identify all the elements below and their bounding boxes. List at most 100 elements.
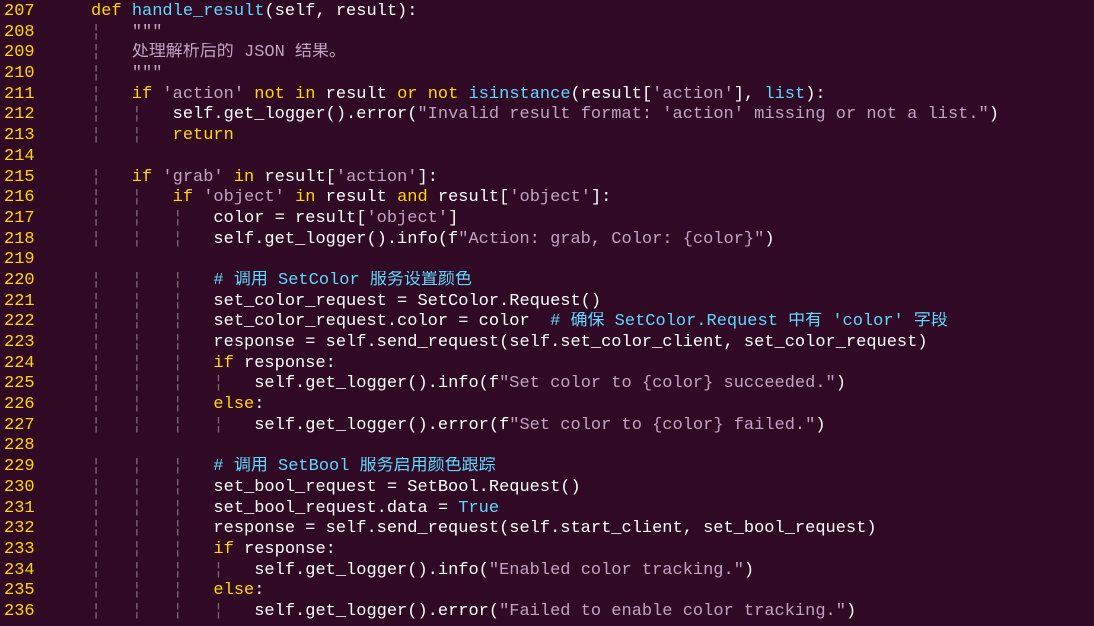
code-text[interactable]: ¦ ¦ ¦ ¦ self.get_logger().error(f"Set co… (50, 416, 1094, 437)
indent-guide: ¦ ¦ ¦ (91, 333, 214, 352)
code-line[interactable]: 207 def handle_result(self, result): (0, 2, 1094, 23)
code-token: self.get_logger().info(f (213, 229, 459, 249)
code-line[interactable]: 228 (0, 436, 1094, 457)
code-line[interactable]: 224 ¦ ¦ ¦ if response: (0, 354, 1094, 375)
code-text[interactable] (50, 436, 1094, 457)
code-token: ], (733, 84, 765, 104)
indent-guide: ¦ ¦ ¦ (91, 312, 214, 332)
code-text[interactable] (50, 250, 1094, 271)
code-token: : (254, 395, 265, 415)
code-token: in (295, 188, 316, 208)
code-text[interactable]: ¦ if 'grab' in result['action']: (50, 168, 1094, 189)
code-text[interactable]: ¦ ¦ ¦ ¦ self.get_logger().error("Failed … (50, 602, 1094, 623)
line-number: 224 (4, 353, 35, 373)
code-text[interactable]: def handle_result(self, result): (50, 2, 1094, 23)
code-line[interactable]: 218 ¦ ¦ ¦ self.get_logger().info(f"Action… (0, 230, 1094, 251)
code-text[interactable]: ¦ ¦ ¦ if response: (50, 354, 1094, 375)
code-editor[interactable]: 207 def handle_result(self, result): 208 ¦ … (0, 0, 1094, 626)
code-token: result (315, 188, 398, 208)
code-line[interactable]: 213 ¦ ¦ return (0, 126, 1094, 147)
code-text[interactable]: ¦ ¦ ¦ else: (50, 395, 1094, 416)
code-text[interactable]: ¦ ¦ return (50, 126, 1094, 147)
code-text[interactable]: ¦ """ (50, 64, 1094, 85)
code-line[interactable]: 215 ¦ if 'grab' in result['action']: (0, 168, 1094, 189)
code-token: response = self.send_request(self.set_co… (213, 333, 928, 352)
code-token: ) (764, 229, 775, 249)
code-token: else (213, 395, 255, 415)
code-line[interactable]: 222 ¦ ¦ ¦ set_color_request.color = color… (0, 312, 1094, 333)
code-text[interactable]: ¦ ¦ self.get_logger().error("Invalid res… (50, 105, 1094, 126)
code-line[interactable]: 209 ¦ 处理解析后的 JSON 结果。 (0, 43, 1094, 64)
code-line[interactable]: 233 ¦ ¦ ¦ if response: (0, 540, 1094, 561)
code-line[interactable]: 236 ¦ ¦ ¦ ¦ self.get_logger().error("Fail… (0, 602, 1094, 623)
code-line[interactable]: 226 ¦ ¦ ¦ else: (0, 395, 1094, 416)
code-token: handle_result (131, 2, 265, 21)
code-text[interactable]: ¦ ¦ ¦ set_color_request = SetColor.Reque… (50, 292, 1094, 313)
code-token: set_color_request.color = color (213, 312, 551, 332)
code-text[interactable] (50, 147, 1094, 168)
code-text[interactable]: ¦ 处理解析后的 JSON 结果。 (50, 43, 1094, 64)
code-token: "Invalid result format: 'action' missing… (417, 105, 989, 125)
code-line[interactable]: 219 (0, 250, 1094, 271)
code-line[interactable]: 221 ¦ ¦ ¦ set_color_request = SetColor.Re… (0, 292, 1094, 313)
line-number: 222 (4, 312, 35, 332)
indent-guide: ¦ (91, 22, 132, 42)
code-line[interactable]: 217 ¦ ¦ ¦ color = result['object'] (0, 209, 1094, 230)
code-token: set_color_request = SetColor.Request() (213, 291, 602, 311)
code-line[interactable]: 229 ¦ ¦ ¦ # 调用 SetBool 服务启用颜色跟踪 (0, 457, 1094, 478)
code-line[interactable]: 232 ¦ ¦ ¦ response = self.send_request(se… (0, 519, 1094, 540)
indent-guide: ¦ ¦ ¦ ¦ (91, 560, 255, 580)
code-line[interactable]: 235 ¦ ¦ ¦ else: (0, 581, 1094, 602)
indent-guide: ¦ (91, 64, 132, 84)
code-line[interactable]: 212 ¦ ¦ self.get_logger().error("Invalid … (0, 105, 1094, 126)
code-line[interactable]: 216 ¦ ¦ if 'object' in result and result[… (0, 188, 1094, 209)
code-text[interactable]: ¦ ¦ ¦ self.get_logger().info(f"Action: g… (50, 230, 1094, 251)
code-line[interactable]: 208 ¦ """ (0, 23, 1094, 44)
code-text[interactable]: ¦ ¦ ¦ if response: (50, 540, 1094, 561)
line-number: 208 (4, 22, 35, 42)
code-text[interactable]: ¦ ¦ ¦ # 调用 SetBool 服务启用颜色跟踪 (50, 457, 1094, 478)
code-text[interactable]: ¦ ¦ ¦ response = self.send_request(self.… (50, 333, 1094, 354)
code-text[interactable]: ¦ ¦ ¦ set_color_request.color = color # … (50, 312, 1094, 333)
code-token: and (397, 188, 428, 208)
code-line[interactable]: 214 (0, 147, 1094, 168)
code-token: if (131, 167, 163, 187)
code-token: ) (743, 560, 755, 580)
line-number: 236 (4, 601, 35, 621)
code-text[interactable]: ¦ """ (50, 23, 1094, 44)
code-text[interactable]: ¦ ¦ ¦ set_bool_request.data = True (50, 499, 1094, 520)
line-number: 225 (4, 374, 35, 394)
code-text[interactable]: ¦ ¦ ¦ set_bool_request = SetBool.Request… (50, 478, 1094, 499)
indent-guide: ¦ (91, 167, 132, 187)
code-text[interactable]: ¦ if 'action' not in result or not isins… (50, 85, 1094, 106)
line-number: 234 (4, 560, 35, 580)
indent-guide: ¦ ¦ ¦ (91, 539, 214, 559)
code-line[interactable]: 211 ¦ if 'action' not in result or not is… (0, 85, 1094, 106)
code-token: "Failed to enable color tracking." (499, 601, 846, 621)
code-line[interactable]: 230 ¦ ¦ ¦ set_bool_request = SetBool.Requ… (0, 478, 1094, 499)
code-text[interactable]: ¦ ¦ ¦ response = self.send_request(self.… (50, 519, 1094, 540)
line-number: 228 (4, 436, 35, 456)
code-text[interactable]: ¦ ¦ ¦ else: (50, 581, 1094, 602)
code-token: result (315, 84, 398, 104)
indent-guide: ¦ ¦ ¦ (91, 208, 214, 228)
code-line[interactable]: 231 ¦ ¦ ¦ set_bool_request.data = True (0, 499, 1094, 520)
code-line[interactable]: 210 ¦ """ (0, 64, 1094, 85)
code-line[interactable]: 225 ¦ ¦ ¦ ¦ self.get_logger().info(f"Set … (0, 374, 1094, 395)
code-text[interactable]: ¦ ¦ ¦ ¦ self.get_logger().info(f"Set col… (50, 374, 1094, 395)
indent-guide: ¦ ¦ ¦ (91, 498, 214, 518)
code-line[interactable]: 223 ¦ ¦ ¦ response = self.send_request(se… (0, 333, 1094, 354)
code-line[interactable]: 227 ¦ ¦ ¦ ¦ self.get_logger().error(f"Set… (0, 416, 1094, 437)
code-text[interactable]: ¦ ¦ ¦ # 调用 SetColor 服务设置颜色 (50, 271, 1094, 292)
code-line[interactable]: 234 ¦ ¦ ¦ ¦ self.get_logger().info("Enabl… (0, 561, 1094, 582)
code-text[interactable]: ¦ ¦ ¦ ¦ self.get_logger().info("Enabled … (50, 561, 1094, 582)
indent-guide: ¦ ¦ ¦ (91, 477, 214, 497)
code-text[interactable]: ¦ ¦ if 'object' in result and result['ob… (50, 188, 1094, 209)
code-text[interactable]: ¦ ¦ ¦ color = result['object'] (50, 209, 1094, 230)
line-number: 215 (4, 167, 35, 187)
code-token: 'object' (509, 188, 591, 208)
code-token: "Set color to {color} failed." (509, 415, 816, 435)
code-line[interactable]: 220 ¦ ¦ ¦ # 调用 SetColor 服务设置颜色 (0, 271, 1094, 292)
indent-guide: ¦ ¦ ¦ (91, 270, 214, 290)
